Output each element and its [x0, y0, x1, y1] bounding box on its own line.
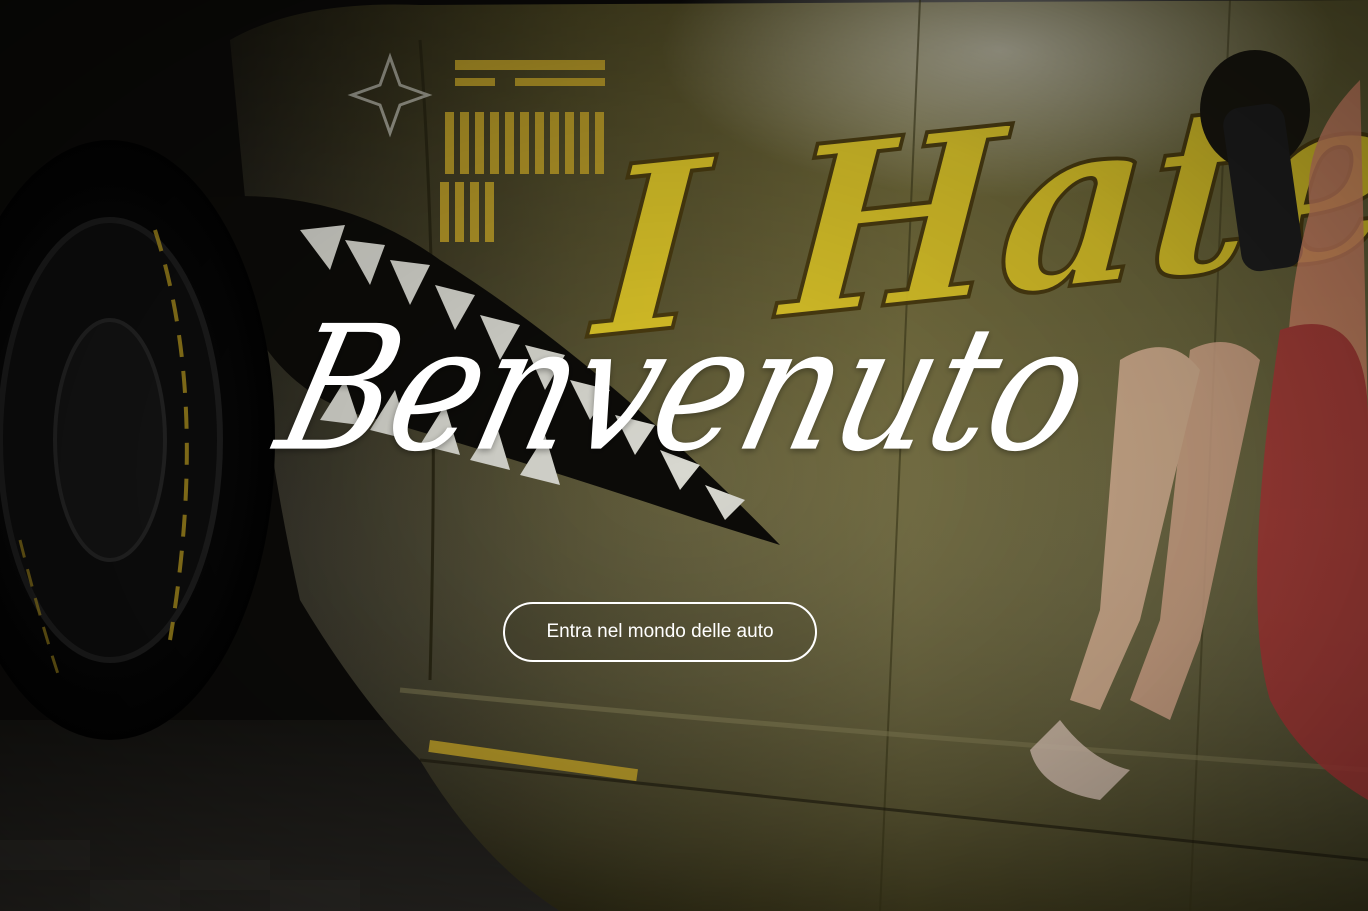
welcome-heading: Benvenuto	[261, 289, 1107, 491]
hero-section: I Hate 9 Benvenuto Entra nel mondo delle…	[0, 0, 1368, 911]
enter-car-world-button[interactable]: Entra nel mondo delle auto	[503, 602, 817, 662]
